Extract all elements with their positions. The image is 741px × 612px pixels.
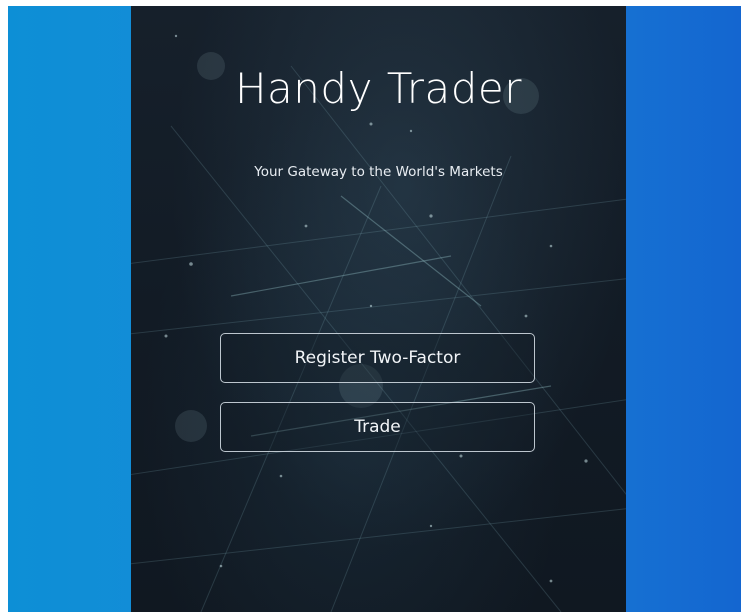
app-screen: Handy Trader Your Gateway to the World's…: [131, 6, 626, 612]
trade-label: Trade: [354, 417, 401, 437]
register-two-factor-button[interactable]: Register Two-Factor: [220, 333, 535, 383]
register-two-factor-label: Register Two-Factor: [294, 348, 461, 368]
app-tagline: Your Gateway to the World's Markets: [254, 164, 503, 180]
app-title: Handy Trader: [234, 64, 523, 113]
trade-button[interactable]: Trade: [220, 402, 535, 452]
window-backdrop: Handy Trader Your Gateway to the World's…: [8, 6, 741, 612]
